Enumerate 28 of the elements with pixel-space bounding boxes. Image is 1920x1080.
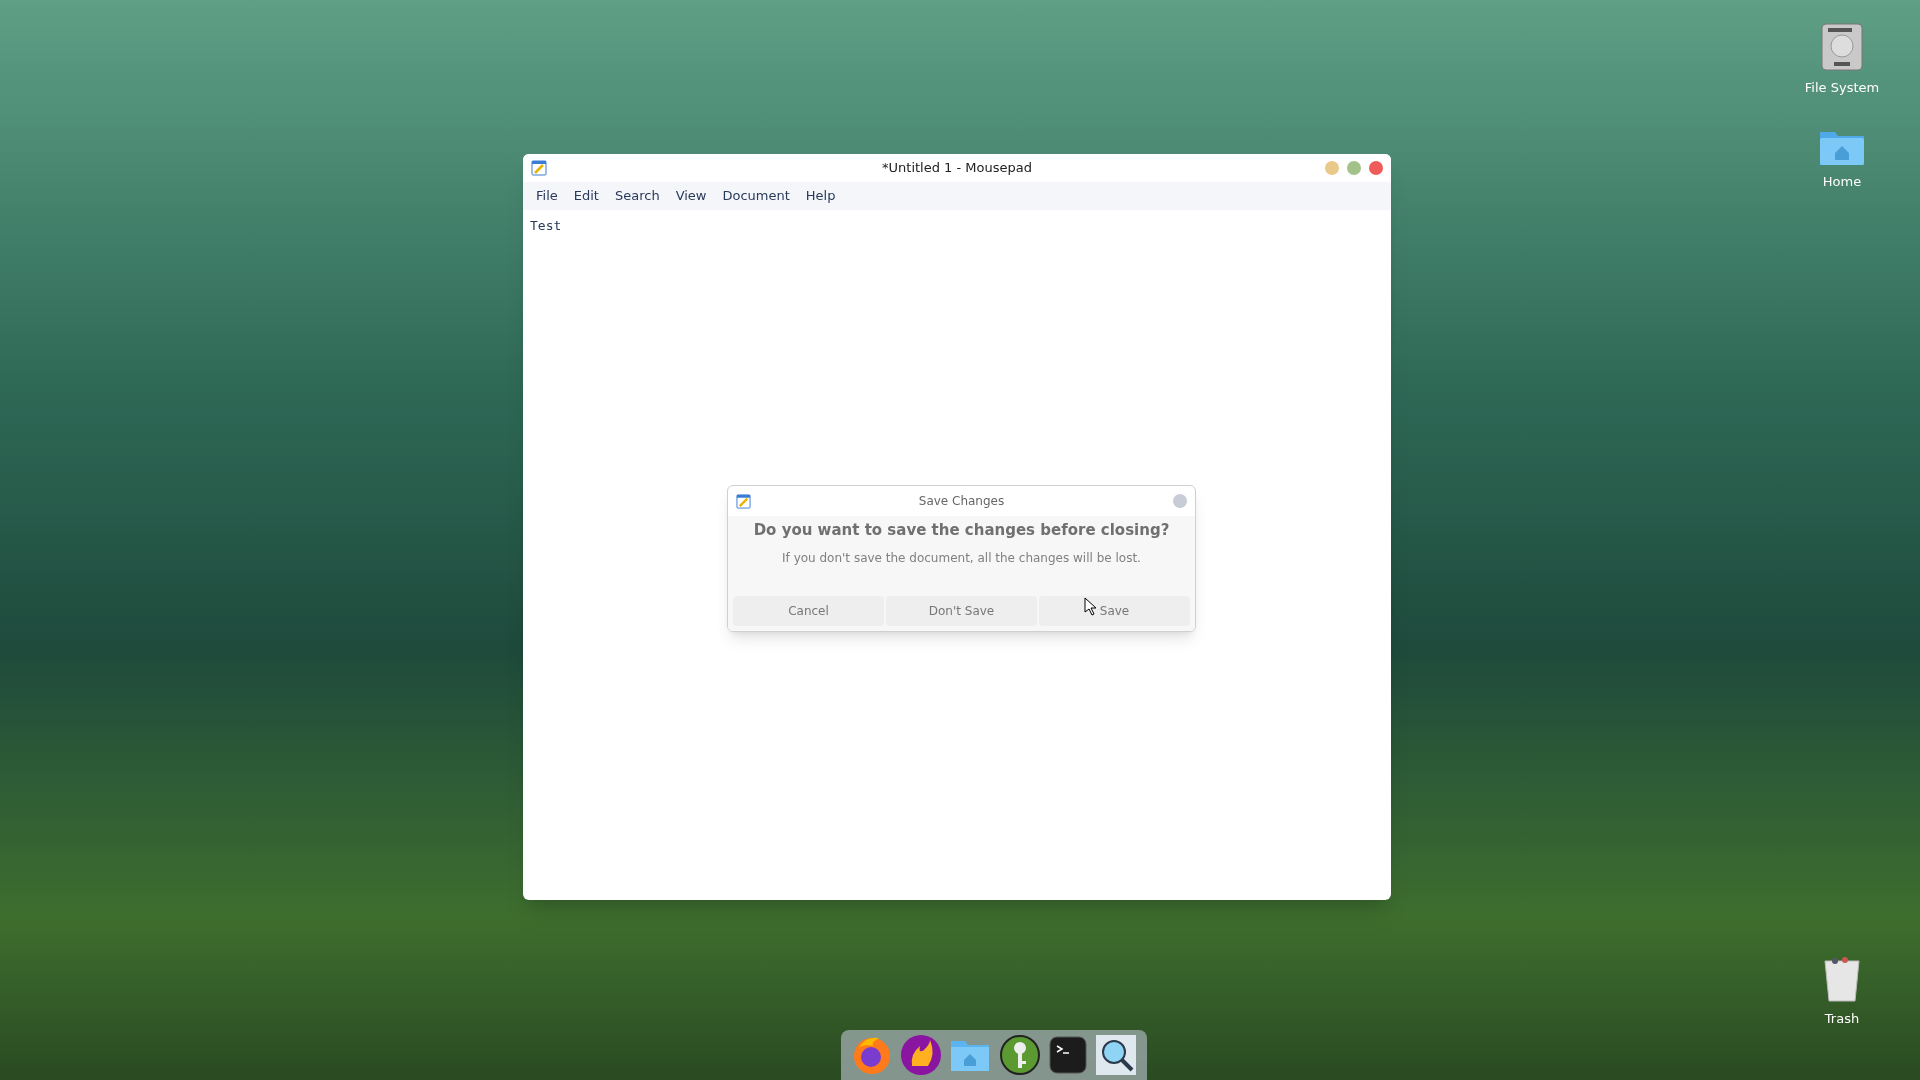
menu-item[interactable]: File — [529, 184, 565, 208]
pointer-icon — [1084, 597, 1098, 617]
maximize-button[interactable] — [1347, 161, 1361, 175]
notepad-icon — [531, 160, 547, 176]
dialog-message: If you don't save the document, all the changes will be lost. — [782, 549, 1141, 567]
trash-icon — [1823, 955, 1861, 1003]
notepad-icon — [736, 493, 751, 509]
document-text: Test — [530, 217, 562, 235]
menu-item[interactable]: Search — [607, 184, 667, 208]
key-icon[interactable] — [998, 1034, 1041, 1076]
menu-item[interactable]: Help — [798, 184, 843, 208]
window-title: *Untitled 1 - Mousepad — [882, 159, 1032, 178]
flame-app-icon[interactable] — [900, 1034, 942, 1076]
desktop-icon-label[interactable]: Home — [1822, 172, 1862, 192]
dialog-button[interactable]: Cancel — [733, 596, 884, 626]
search-icon[interactable] — [1095, 1034, 1138, 1076]
hard-drive-icon — [1820, 22, 1864, 72]
dialog-button[interactable]: Don't Save — [886, 596, 1037, 626]
dialog-title: Save Changes — [918, 493, 1005, 510]
terminal-icon[interactable] — [1047, 1035, 1088, 1075]
menu-item[interactable]: Edit — [566, 184, 606, 208]
close-button[interactable] — [1369, 161, 1383, 175]
menu-item[interactable]: Document — [715, 184, 797, 208]
dialog-button[interactable]: Save — [1039, 596, 1190, 626]
desktop-icon-label[interactable]: File System — [1804, 78, 1880, 98]
menu-item[interactable]: View — [668, 184, 714, 208]
desktop-icon-label[interactable]: Trash — [1824, 1009, 1860, 1029]
dialog-heading: Do you want to save the changes before closing? — [753, 520, 1170, 541]
